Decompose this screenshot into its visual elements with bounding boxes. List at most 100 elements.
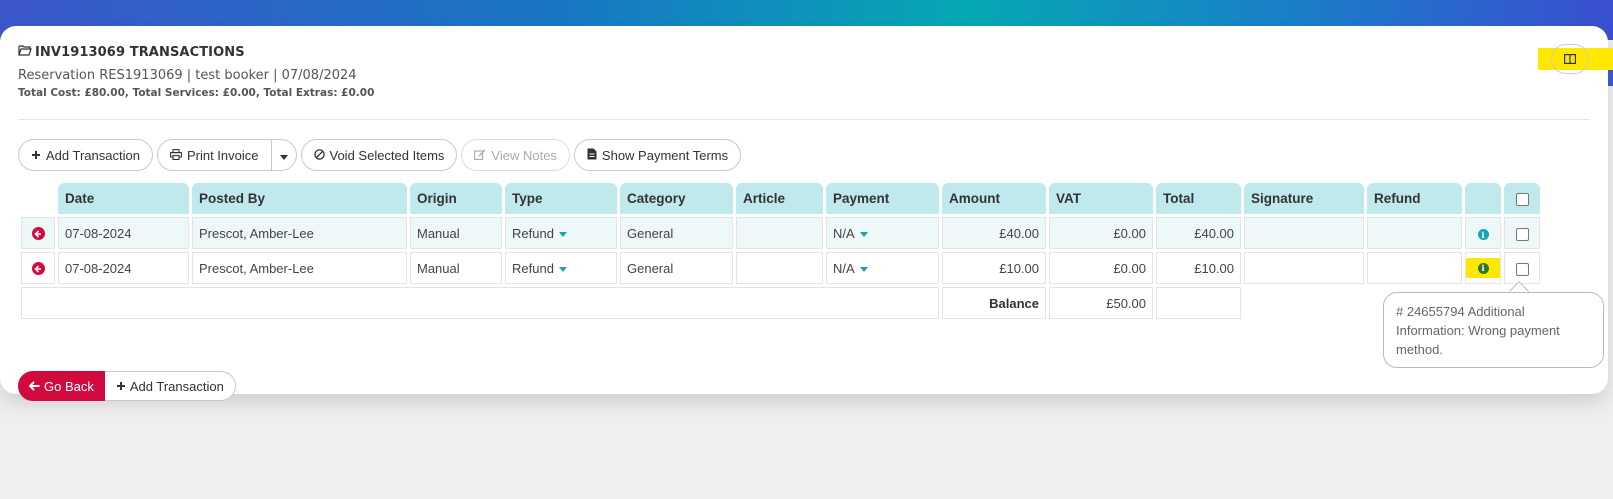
signature-cell — [1244, 217, 1364, 249]
caret-down-icon — [859, 266, 868, 272]
table-row[interactable]: 07-08-2024 Prescot, Amber-Lee Manual Ref… — [21, 252, 1540, 284]
column-header[interactable]: Refund — [1367, 183, 1462, 214]
page-title-text: INV1913069 TRANSACTIONS — [35, 44, 245, 60]
column-header[interactable]: Article — [736, 183, 823, 214]
type-cell[interactable]: Refund — [505, 217, 617, 249]
columns-toggle-button[interactable] — [1551, 44, 1589, 74]
row-action-cell[interactable] — [21, 217, 55, 249]
print-invoice-label: Print Invoice — [186, 147, 259, 163]
column-header[interactable]: Type — [505, 183, 617, 214]
print-icon — [170, 148, 182, 163]
column-header[interactable]: Category — [620, 183, 733, 214]
reservation-info: Reservation RES1913069 | test booker | 0… — [18, 68, 357, 83]
column-header[interactable]: VAT — [1049, 183, 1153, 214]
info-tooltip: # 24655794 Additional Information: Wrong… — [1383, 292, 1604, 368]
amount-cell: £10.00 — [942, 252, 1046, 284]
columns-icon — [1564, 52, 1577, 67]
info-cell[interactable]: i — [1465, 217, 1501, 249]
column-header[interactable]: Payment — [826, 183, 939, 214]
transactions-table-wrap: Date Posted By Origin Type Category Arti… — [18, 180, 1543, 322]
vat-cell: £0.00 — [1049, 252, 1153, 284]
print-invoice-group: Print Invoice — [156, 139, 297, 171]
caret-down-icon — [279, 148, 288, 163]
arrow-circle-left-icon[interactable] — [31, 227, 45, 240]
column-header[interactable]: Origin — [410, 183, 502, 214]
show-payment-terms-button[interactable]: Show Payment Terms — [573, 139, 742, 171]
info-cell[interactable]: i — [1465, 252, 1501, 284]
add-transaction-label: Add Transaction — [46, 147, 140, 163]
category-cell: General — [620, 217, 733, 249]
article-cell — [736, 217, 823, 249]
row-checkbox[interactable] — [1515, 262, 1529, 276]
print-options-dropdown[interactable] — [271, 139, 297, 171]
toolbar: Add Transaction Print Invoice Void Selec… — [18, 139, 742, 171]
footer-actions: Go Back Add Transaction — [18, 371, 236, 401]
select-all-checkbox[interactable] — [1515, 192, 1529, 206]
page-title: INV1913069 TRANSACTIONS — [18, 44, 245, 60]
go-back-label: Go Back — [44, 378, 94, 394]
date-cell: 07-08-2024 — [58, 252, 189, 284]
select-all-header — [1504, 183, 1540, 214]
balance-empty-cell — [1156, 287, 1241, 319]
total-cell: £40.00 — [1156, 217, 1241, 249]
row-checkbox[interactable] — [1515, 227, 1529, 241]
column-header[interactable]: Posted By — [192, 183, 407, 214]
divider — [18, 119, 1590, 120]
go-back-button[interactable]: Go Back — [18, 371, 105, 401]
transactions-table: Date Posted By Origin Type Category Arti… — [18, 180, 1543, 322]
view-notes-label: View Notes — [491, 147, 557, 163]
header-blank — [21, 183, 55, 214]
void-selected-label: Void Selected Items — [329, 147, 445, 163]
balance-label: Balance — [942, 287, 1046, 319]
row-action-cell[interactable] — [21, 252, 55, 284]
origin-cell: Manual — [410, 217, 502, 249]
refund-cell — [1367, 252, 1462, 284]
edit-icon — [474, 148, 486, 163]
footer-add-transaction-button[interactable]: Add Transaction — [104, 371, 236, 401]
posted-by-cell: Prescot, Amber-Lee — [192, 217, 407, 249]
amount-cell: £40.00 — [942, 217, 1046, 249]
plus-icon — [116, 379, 126, 394]
type-value: Refund — [512, 260, 554, 276]
payment-value: N/A — [833, 260, 855, 276]
balance-row: Balance £50.00 — [21, 287, 1540, 319]
category-cell: General — [620, 252, 733, 284]
posted-by-cell: Prescot, Amber-Lee — [192, 252, 407, 284]
type-value: Refund — [512, 225, 554, 241]
date-cell: 07-08-2024 — [58, 217, 189, 249]
origin-cell: Manual — [410, 252, 502, 284]
payment-cell[interactable]: N/A — [826, 217, 939, 249]
show-payment-terms-label: Show Payment Terms — [601, 147, 729, 163]
caret-down-icon — [558, 266, 567, 272]
column-header[interactable]: Signature — [1244, 183, 1364, 214]
info-column-header — [1465, 183, 1501, 214]
arrow-left-icon — [28, 379, 40, 394]
column-header[interactable]: Total — [1156, 183, 1241, 214]
void-selected-button[interactable]: Void Selected Items — [300, 139, 458, 171]
plus-icon — [31, 148, 41, 163]
payment-cell[interactable]: N/A — [826, 252, 939, 284]
table-row[interactable]: 07-08-2024 Prescot, Amber-Lee Manual Ref… — [21, 217, 1540, 249]
print-invoice-button[interactable]: Print Invoice — [156, 139, 272, 171]
info-circle-icon[interactable]: i — [1477, 262, 1489, 274]
column-header[interactable]: Amount — [942, 183, 1046, 214]
balance-value: £50.00 — [1049, 287, 1153, 319]
balance-spacer-cell — [21, 287, 939, 319]
footer-add-transaction-label: Add Transaction — [129, 378, 224, 394]
arrow-circle-left-icon[interactable] — [31, 262, 45, 275]
caret-down-icon — [859, 231, 868, 237]
type-cell[interactable]: Refund — [505, 252, 617, 284]
view-notes-button[interactable]: View Notes — [461, 139, 570, 171]
column-header[interactable]: Date — [58, 183, 189, 214]
highlight-marker: i — [1466, 258, 1500, 278]
totals-info: Total Cost: £80.00, Total Services: £0.0… — [18, 87, 375, 99]
refund-cell — [1367, 217, 1462, 249]
select-cell[interactable] — [1504, 252, 1540, 284]
total-cell: £10.00 — [1156, 252, 1241, 284]
tooltip-text: # 24655794 Additional Information: Wrong… — [1396, 304, 1560, 357]
select-cell[interactable] — [1504, 217, 1540, 249]
info-circle-icon[interactable]: i — [1477, 229, 1489, 240]
add-transaction-button[interactable]: Add Transaction — [18, 139, 153, 171]
file-icon — [587, 148, 597, 163]
caret-down-icon — [558, 231, 567, 237]
